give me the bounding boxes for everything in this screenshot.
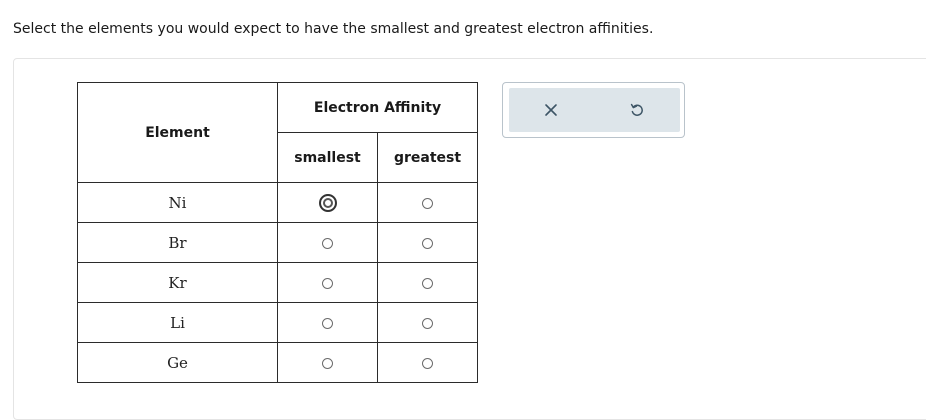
table-row: Li: [77, 302, 478, 343]
smallest-cell: [277, 262, 378, 303]
undo-icon: [630, 103, 643, 116]
smallest-radio-kr[interactable]: [322, 278, 333, 289]
greatest-cell: [377, 342, 478, 383]
element-cell: Li: [77, 302, 278, 343]
smallest-cell: [277, 222, 378, 263]
greatest-cell: [377, 222, 478, 263]
table-row: Ni: [77, 182, 478, 223]
element-cell: Ni: [77, 182, 278, 223]
smallest-cell: [277, 182, 378, 223]
smallest-radio-ge[interactable]: [322, 358, 333, 369]
smallest-radio-br[interactable]: [322, 238, 333, 249]
smallest-cell: [277, 302, 378, 343]
element-cell: Ge: [77, 342, 278, 383]
greatest-column-header: greatest: [377, 132, 478, 183]
table-row: Ge: [77, 342, 478, 383]
undo-button[interactable]: [627, 100, 647, 120]
greatest-cell: [377, 262, 478, 303]
clear-button[interactable]: [541, 100, 561, 120]
greatest-radio-ge[interactable]: [422, 358, 433, 369]
greatest-radio-kr[interactable]: [422, 278, 433, 289]
greatest-cell: [377, 302, 478, 343]
close-icon: [545, 104, 557, 116]
element-cell: Kr: [77, 262, 278, 303]
question-text: Select the elements you would expect to …: [13, 21, 654, 37]
smallest-radio-li[interactable]: [322, 318, 333, 329]
table-row: Kr: [77, 262, 478, 303]
electron-affinity-header: Electron Affinity: [277, 82, 478, 133]
greatest-radio-li[interactable]: [422, 318, 433, 329]
smallest-radio-ni[interactable]: [318, 194, 337, 213]
element-column-header: Element: [77, 82, 278, 183]
greatest-radio-ni[interactable]: [422, 198, 433, 209]
smallest-column-header: smallest: [277, 132, 378, 183]
greatest-radio-br[interactable]: [422, 238, 433, 249]
answer-toolbox: [502, 82, 685, 138]
toolbox-bar: [509, 88, 680, 132]
greatest-cell: [377, 182, 478, 223]
element-cell: Br: [77, 222, 278, 263]
table-row: Br: [77, 222, 478, 263]
smallest-cell: [277, 342, 378, 383]
electron-affinity-table: Element Electron Affinity smallest great…: [77, 82, 478, 383]
